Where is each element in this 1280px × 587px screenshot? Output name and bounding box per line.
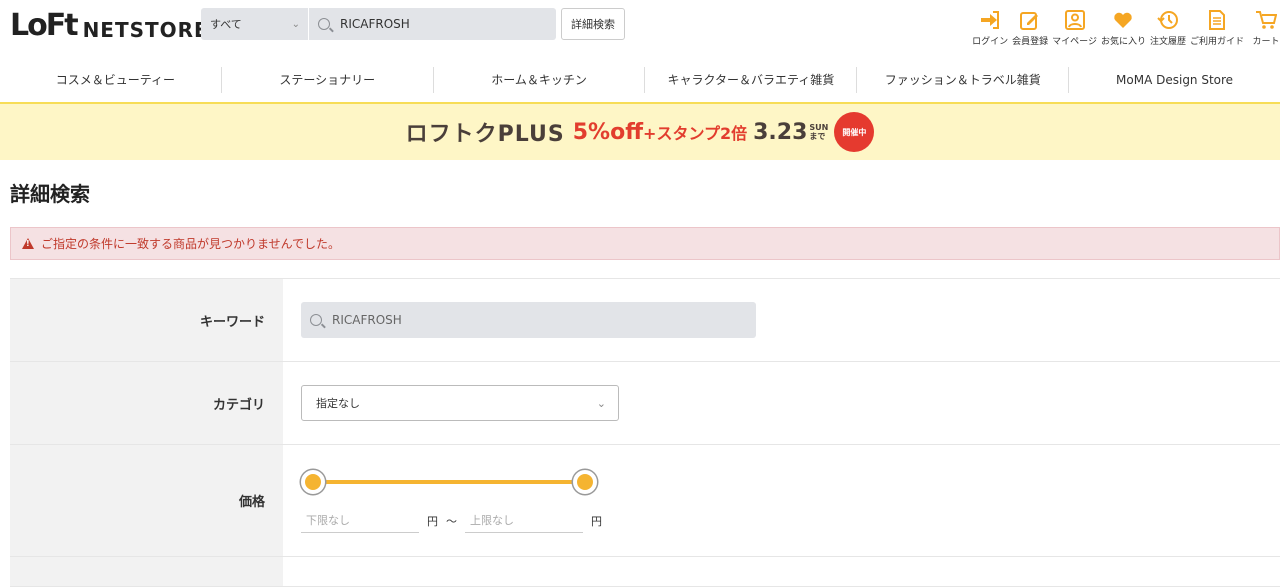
chevron-down-icon: ⌄ [291,18,300,30]
advanced-search-button[interactable]: 詳細検索 [561,8,625,40]
search-scope-select[interactable]: すべて ⌄ [201,8,309,40]
price-label: 価格 [10,445,283,556]
page-title: 詳細検索 [10,182,90,206]
price-max-input[interactable]: 上限なし [465,508,583,533]
site-header: LoFt NETSTORE すべて ⌄ RICAFROSH 詳細検索 ログイン … [0,0,1280,58]
util-login[interactable]: ログイン [972,7,1008,47]
banner-date: 3.23 [753,119,808,145]
banner-offer-plus: +スタンプ2倍 [643,124,748,143]
banner-brand: ロフトクPLUS [405,122,565,147]
util-label: お気に入り [1100,37,1146,47]
warning-icon [22,238,34,249]
price-slider-track [313,480,585,484]
price-slider-max-handle[interactable] [573,470,597,494]
price-row: 価格 下限なし 円 〜 上限なし 円 [10,445,1280,557]
utility-nav: ログイン 会員登録 マイページ お気に入り 注文履歴 ご利用ガイド カート [968,7,1280,47]
banner-offer: 5%off [572,119,644,145]
banner-day-text: SUN [809,123,829,132]
util-label: カート [1252,37,1280,47]
util-cart[interactable]: カート [1248,7,1280,47]
util-order-history[interactable]: 注文履歴 [1150,7,1186,47]
global-nav: コスメ＆ビューティー ステーショナリー ホーム＆キッチン キャラクター＆バラエテ… [0,58,1280,102]
search-icon [310,314,322,326]
util-label: マイページ [1052,37,1097,47]
history-icon [1155,7,1181,33]
chevron-down-icon: ⌄ [596,396,606,410]
yen-unit: 円 [591,514,602,528]
category-row: カテゴリ 指定なし ⌄ [10,362,1280,445]
nav-cosme[interactable]: コスメ＆ビューティー [10,67,221,93]
search-scope-value: すべて [210,18,242,31]
keyword-value: RICAFROSH [332,313,402,327]
keyword-row: キーワード RICAFROSH [10,279,1280,362]
campaign-banner[interactable]: ロフトクPLUS 5%off +スタンプ2倍 3.23 SUN まで 開催中 [0,102,1280,160]
register-icon [1017,7,1043,33]
search-input[interactable]: RICAFROSH [340,17,410,31]
header-search: すべて ⌄ RICAFROSH [201,8,556,40]
logo-netstore-text: NETSTORE [82,18,209,42]
guide-icon [1204,7,1230,33]
login-icon [977,7,1003,33]
nav-moma[interactable]: MoMA Design Store [1068,67,1280,93]
heart-icon [1110,7,1136,33]
search-icon [318,18,330,30]
cart-icon [1253,7,1279,33]
util-guide[interactable]: ご利用ガイド [1190,7,1244,47]
next-row [10,557,1280,587]
keyword-input[interactable]: RICAFROSH [301,302,756,338]
util-label: 注文履歴 [1149,37,1186,47]
price-min-input[interactable]: 下限なし [301,508,419,533]
advanced-search-form: キーワード RICAFROSH カテゴリ 指定なし ⌄ 価格 下限なし 円 〜 … [10,278,1280,587]
category-value: 指定なし [316,397,360,410]
logo-loft-text: LoFt [10,8,79,43]
nav-stationery[interactable]: ステーショナリー [220,67,433,93]
util-label: ご利用ガイド [1189,37,1244,47]
no-results-alert: ご指定の条件に一致する商品が見つかりませんでした。 [10,227,1280,260]
banner-until-text: まで [809,132,826,141]
price-slider-min-handle[interactable] [301,470,325,494]
nav-home-kitchen[interactable]: ホーム＆キッチン [432,67,645,93]
price-slider[interactable] [301,468,597,496]
loft-logo[interactable]: LoFt NETSTORE [10,8,209,43]
nav-character-variety[interactable]: キャラクター＆バラエティ雑貨 [644,67,856,93]
yen-unit: 円 [427,514,438,528]
user-icon [1062,7,1088,33]
util-label: 会員登録 [1012,37,1049,47]
util-register[interactable]: 会員登録 [1012,7,1048,47]
category-select[interactable]: 指定なし ⌄ [301,385,619,421]
nav-fashion-travel[interactable]: ファッション＆トラベル雑貨 [856,67,1068,93]
keyword-label: キーワード [10,279,283,361]
util-mypage[interactable]: マイページ [1052,7,1097,47]
alert-text: ご指定の条件に一致する商品が見つかりませんでした。 [41,237,341,251]
util-label: ログイン [972,37,1009,47]
next-row-label [10,557,283,586]
range-tilde: 〜 [446,514,457,528]
util-favorites[interactable]: お気に入り [1101,7,1146,47]
banner-day: SUN まで [809,123,828,141]
banner-status-badge: 開催中 [834,112,875,152]
category-label: カテゴリ [10,362,283,444]
